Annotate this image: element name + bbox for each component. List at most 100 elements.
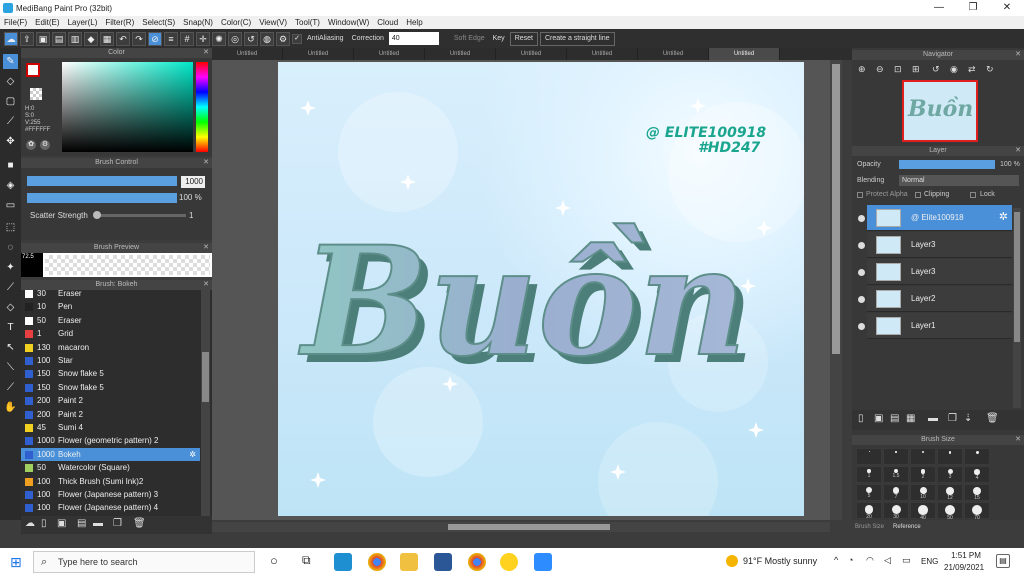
brush-size-cell[interactable]: 30 (883, 502, 909, 520)
brush-list-item[interactable]: 200 Paint 2 (21, 394, 200, 407)
snap-curve-icon[interactable]: ↺ (244, 31, 258, 46)
chat-icon[interactable]: ▤ (52, 31, 66, 46)
tab-untitled-5[interactable]: Untitled (496, 48, 567, 60)
protect-alpha-checkbox[interactable] (857, 192, 863, 198)
brush-list-item[interactable]: 1000 Flower (geometric pattern) 2 (21, 434, 200, 447)
menu-window[interactable]: Window(W) (324, 18, 373, 27)
panel-close-icon[interactable]: ✕ (203, 48, 209, 58)
brush-list-item[interactable]: 100 Flower (Japanese pattern) 4 (21, 501, 200, 514)
menu-layer[interactable]: Layer(L) (64, 18, 102, 27)
brush-size-cell[interactable]: 5 (856, 484, 882, 501)
brush-list-item[interactable]: 1000 Bokeh ✲ (21, 447, 200, 461)
layer-row[interactable]: Layer3 (867, 232, 1012, 258)
rotate-right-icon[interactable]: ↻ (986, 64, 994, 75)
snap-radial-icon[interactable]: ✺ (212, 31, 226, 46)
primary-color-swatch[interactable] (26, 63, 40, 77)
brush-size-slider[interactable] (27, 176, 177, 186)
chrome-icon[interactable] (468, 553, 486, 571)
word-icon[interactable] (434, 553, 452, 571)
color-saturation-box[interactable] (62, 62, 193, 152)
tab-untitled-2[interactable]: Untitled (283, 48, 354, 60)
menu-cloud[interactable]: Cloud (373, 18, 402, 27)
zoom-out-icon[interactable]: ⊖ (876, 64, 884, 75)
lock-checkbox[interactable] (970, 192, 976, 198)
brush-list-item[interactable]: 1 Grid (21, 327, 200, 340)
layer-folder-icon[interactable]: ▬ (928, 413, 938, 424)
brush-list-item[interactable]: 130 macaron (21, 341, 200, 354)
palette-icon[interactable]: ✿ (26, 140, 36, 150)
canvas-horizontal-scrollbar[interactable] (212, 522, 830, 532)
hand-tool-icon[interactable]: ✋ (3, 400, 18, 415)
tab-untitled-7[interactable]: Untitled (638, 48, 709, 60)
maximize-button[interactable]: ❐ (956, 0, 990, 16)
brush-size-cell[interactable]: 15 (964, 484, 990, 501)
select-eraser-icon[interactable]: ◇ (3, 300, 18, 315)
layer-visibility-icon[interactable] (858, 215, 865, 222)
edge-icon[interactable] (334, 553, 352, 571)
brush-size-cell[interactable] (910, 448, 936, 465)
snap-circle-icon[interactable]: ◎ (228, 31, 242, 46)
delete-brush-icon[interactable]: 🗑 (133, 518, 146, 529)
duplicate-layer-icon[interactable]: ❐ (948, 413, 957, 424)
menu-edit[interactable]: Edit(E) (31, 18, 63, 27)
drawing-canvas[interactable]: Buồn Buồn @ ELITE100918 #HD247 (278, 62, 804, 516)
correction-select[interactable]: 40 (388, 32, 439, 45)
task-view-icon[interactable]: ⧉ (302, 553, 311, 568)
windows-start-icon[interactable]: ⊞ (10, 555, 24, 569)
brush-size-cell[interactable]: 1.5 (883, 466, 909, 483)
panel-close-icon[interactable]: ✕ (1015, 146, 1021, 156)
brush-size-tab[interactable]: Brush Size (855, 524, 884, 530)
new-8bit-layer-icon[interactable]: ▤ (890, 413, 899, 424)
straight-line-button[interactable]: Create a straight line (539, 31, 615, 46)
brush-size-input[interactable]: 1000 (181, 176, 205, 188)
select-pen-icon[interactable]: ⟋ (3, 114, 18, 129)
brush-list-item[interactable]: 50 Eraser (21, 314, 200, 327)
zoom-app-icon[interactable] (534, 553, 552, 571)
move-tool-icon[interactable]: ✥ (3, 134, 18, 149)
edit-brush-icon[interactable]: ▤ (77, 518, 86, 529)
brush-size-cell[interactable]: 50 (937, 502, 963, 521)
brush-size-cell[interactable] (856, 448, 882, 465)
merge-layer-icon[interactable]: ⇣ (964, 413, 972, 424)
brush-size-cell[interactable]: 70 (964, 502, 990, 521)
brush-list-item[interactable]: 100 Thick Brush (Sumi Ink)2 (21, 475, 200, 488)
panel-close-icon[interactable]: ✕ (1015, 435, 1021, 445)
medibang-icon[interactable] (500, 553, 518, 571)
canvas-vertical-scrollbar[interactable] (830, 60, 842, 520)
transparent-swatch[interactable] (30, 88, 42, 100)
brush-list-scroll-thumb[interactable] (202, 352, 209, 402)
panel-close-icon[interactable]: ✕ (203, 243, 209, 253)
canvas-vertical-thumb[interactable] (832, 64, 840, 354)
layer-row[interactable]: Layer2 (867, 286, 1012, 312)
fill-rect-icon[interactable]: ■ (3, 158, 18, 173)
brush-size-cell[interactable]: 7 (883, 484, 909, 501)
folder-icon[interactable]: ▬ (93, 518, 103, 529)
redo-icon[interactable]: ↷ (132, 31, 146, 46)
menu-color[interactable]: Color(C) (217, 18, 255, 27)
brush-list-item[interactable]: 150 Snow flake 5 (21, 367, 200, 380)
fit-icon[interactable]: ⊡ (894, 64, 902, 75)
rotate-reset-icon[interactable]: ◉ (950, 64, 958, 75)
brush-settings-icon[interactable]: ✲ (189, 448, 196, 461)
close-button[interactable]: ✕ (990, 0, 1024, 16)
select-pen2-icon[interactable]: ⟋ (3, 280, 18, 295)
share-icon[interactable]: ◆ (84, 31, 98, 46)
weather-icon[interactable] (726, 555, 738, 567)
reference-tab[interactable]: Reference (893, 524, 921, 530)
upload-icon[interactable]: ⇪ (20, 31, 34, 46)
layer-scroll-thumb[interactable] (1014, 212, 1020, 342)
actual-size-icon[interactable]: ⊞ (912, 64, 920, 75)
menu-view[interactable]: View(V) (255, 18, 291, 27)
divide-tool-icon[interactable]: ⟍ (3, 360, 18, 375)
brush-list-item[interactable]: 150 Snow flake 5 (21, 381, 200, 394)
snap-settings-icon[interactable]: ⚙ (276, 31, 290, 46)
tab-untitled-3[interactable]: Untitled (354, 48, 425, 60)
brush-list-item[interactable]: 100 Star (21, 354, 200, 367)
snap-off-icon[interactable]: ⊘ (148, 31, 162, 46)
antialiasing-checkbox[interactable]: ✓ (292, 33, 302, 44)
snap-vanish-icon[interactable]: ◍ (260, 31, 274, 46)
brush-list-scrollbar[interactable] (201, 290, 210, 516)
comment-icon[interactable]: ▥ (68, 31, 82, 46)
layer-visibility-icon[interactable] (858, 323, 865, 330)
brush-size-cell[interactable]: 10 (910, 484, 936, 501)
